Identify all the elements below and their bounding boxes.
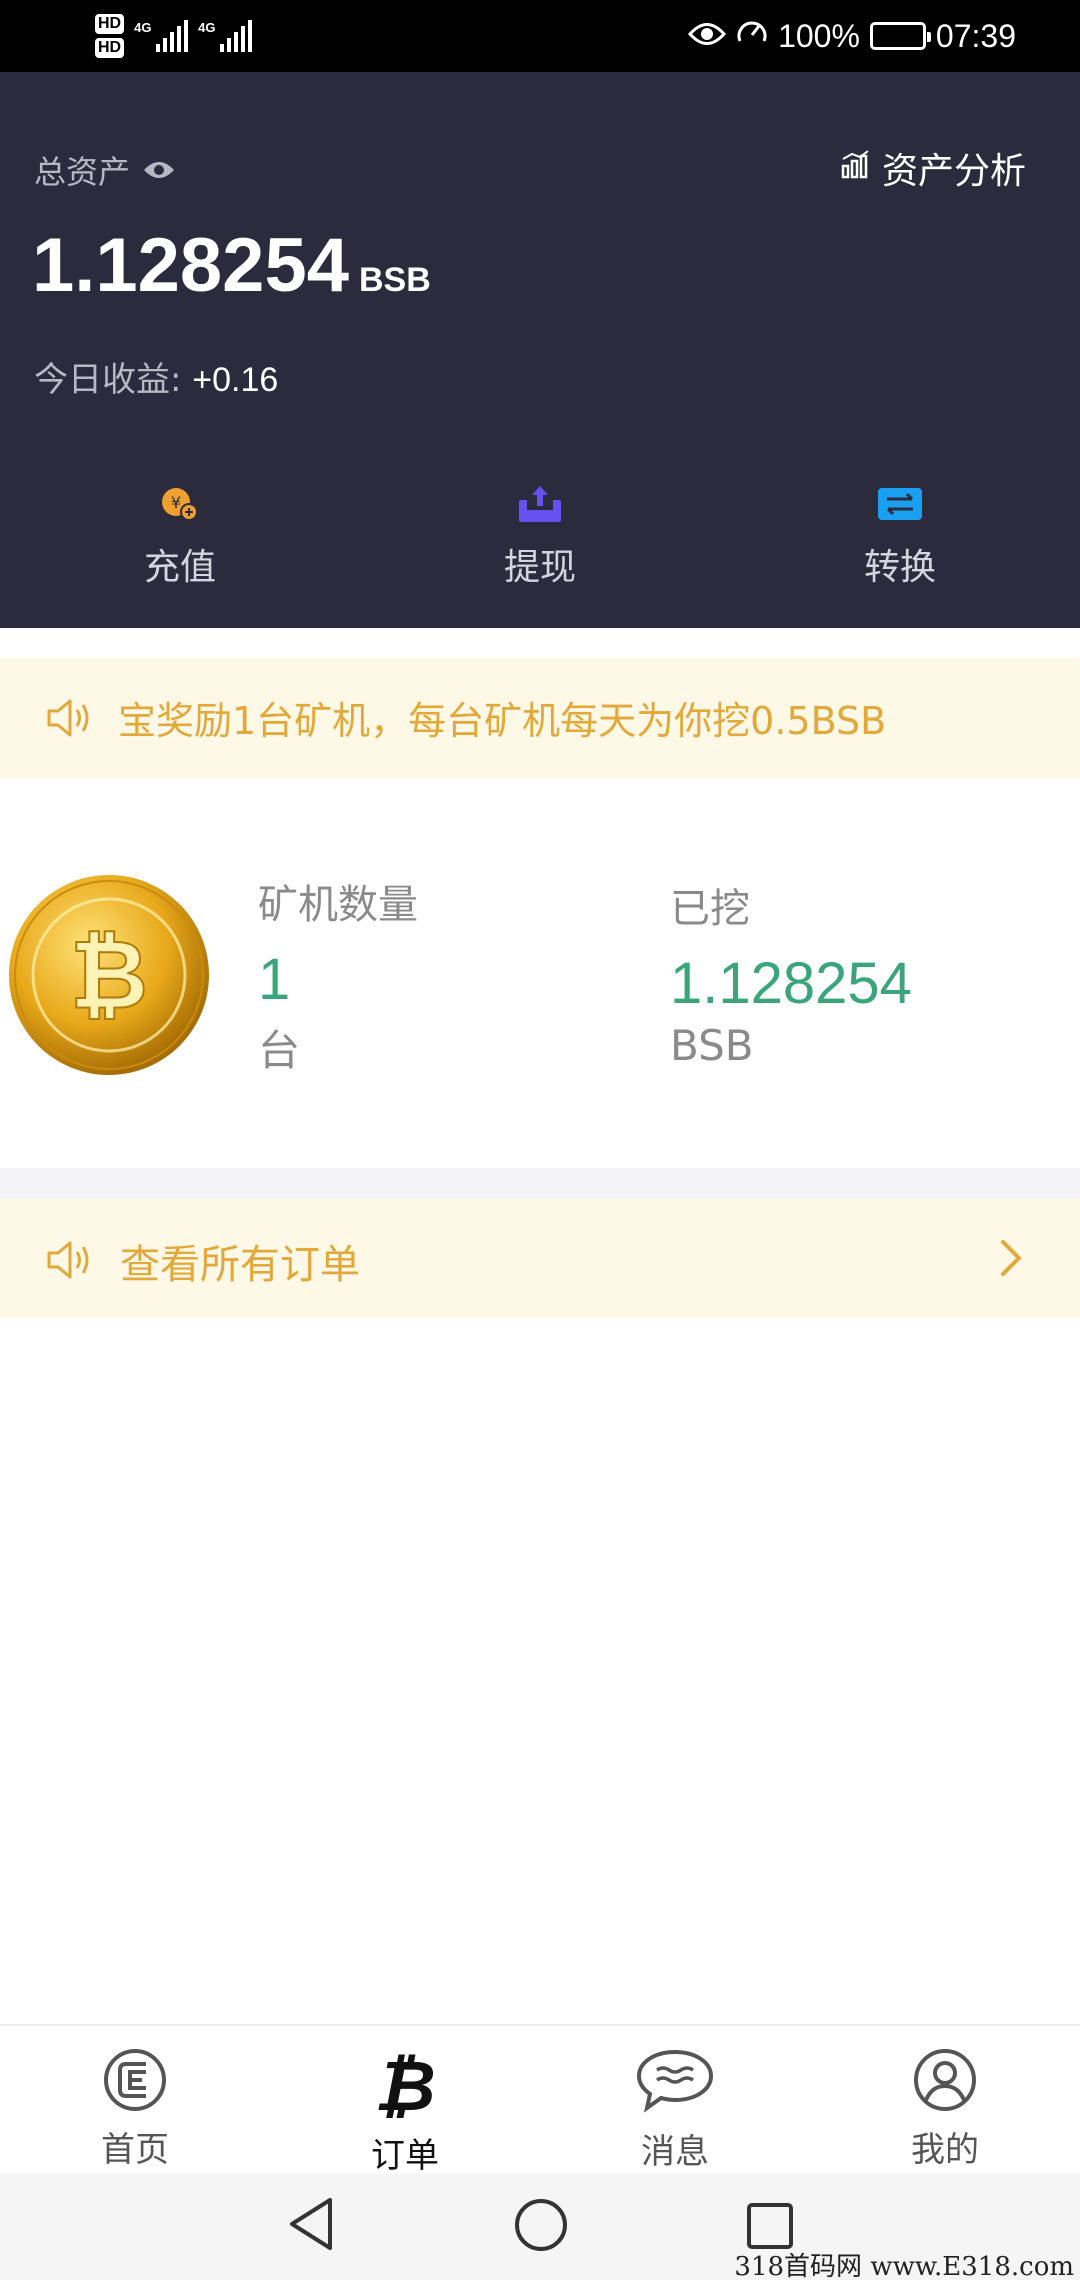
status-bar-right: 100% 07:39: [688, 0, 1016, 72]
total-assets-label: 总资产: [34, 153, 131, 191]
sim1-signal-icon: 4G: [134, 20, 189, 52]
sim2-signal-icon: 4G: [198, 20, 253, 52]
status-bar-left: HD HD 4G 4G: [95, 6, 253, 66]
hd-badge-1: HD: [95, 14, 125, 34]
tab-orders[interactable]: ₿ 订单: [270, 2026, 540, 2176]
tab-profile[interactable]: 我的: [810, 2026, 1080, 2174]
tab-messages[interactable]: 消息: [540, 2026, 810, 2174]
today-earnings: 今日收益: +0.16: [34, 352, 278, 401]
machine-count-label: 矿机数量: [258, 882, 418, 928]
asset-analysis-button[interactable]: 资产分析: [840, 142, 1026, 194]
message-icon: [635, 2048, 715, 2118]
withdraw-label: 提现: [503, 547, 576, 588]
data-saver-icon: [736, 17, 768, 55]
watermark-text: 318首码网 www.E318.com: [734, 2252, 1074, 2280]
bottom-tab-bar: 首页 ₿ 订单 消息 我的: [0, 2024, 1080, 2176]
status-bar: HD HD 4G 4G 100% 07:39: [0, 0, 1080, 72]
hd-badge-2: HD: [95, 38, 125, 58]
chart-icon: [840, 148, 870, 189]
tab-messages-label: 消息: [641, 2132, 709, 2172]
battery-percent: 100%: [778, 17, 860, 54]
withdraw-icon: [517, 484, 563, 528]
recharge-label: 充值: [143, 547, 216, 588]
eye-visibility-icon[interactable]: [142, 151, 176, 189]
machine-count-block: 矿机数量 1 台: [258, 872, 418, 1078]
speaker-icon: [46, 1238, 94, 1286]
svg-text:₿: ₿: [70, 919, 148, 1031]
total-assets-label-row: 总资产: [34, 147, 176, 193]
tab-home[interactable]: 首页: [0, 2026, 270, 2174]
svg-text:¥: ¥: [171, 493, 181, 512]
mining-card: ₿ 矿机数量 1 台 已挖 1.128254 BSB: [0, 780, 1080, 1168]
back-icon[interactable]: [286, 2196, 336, 2256]
asset-analysis-label: 资产分析: [881, 151, 1026, 192]
mined-block: 已挖 1.128254 BSB: [670, 876, 912, 1070]
today-earnings-value: +0.16: [192, 361, 279, 399]
home-circle-icon[interactable]: [514, 2198, 568, 2256]
today-earnings-label: 今日收益:: [34, 360, 182, 400]
system-nav-bar: 318首码网 www.E318.com: [0, 2174, 1080, 2280]
recharge-icon: ¥: [158, 484, 202, 528]
exchange-label: 转换: [863, 547, 936, 588]
speaker-icon: [46, 696, 94, 744]
tab-profile-label: 我的: [911, 2130, 979, 2170]
machine-count-value: 1: [258, 947, 291, 1012]
eye-comfort-icon: [688, 18, 727, 55]
tab-orders-label: 订单: [371, 2136, 439, 2176]
exchange-button[interactable]: 转换: [720, 484, 1080, 590]
notice-text: 宝奖励1台矿机，每台矿机每天为你挖0.5BSB: [118, 699, 887, 743]
asset-header: 总资产 资产分析 1.128254 BSB 今日收益: +0.16 ¥ 充值 提…: [0, 72, 1080, 628]
chevron-right-icon: [998, 1238, 1024, 1282]
tab-home-label: 首页: [101, 2130, 169, 2170]
exchange-icon: [877, 484, 923, 528]
bitcoin-icon: ₿: [370, 2045, 440, 2127]
sim2-network: 4G: [198, 20, 216, 35]
mined-unit: BSB: [670, 1021, 754, 1070]
withdraw-button[interactable]: 提现: [360, 484, 720, 590]
section-divider: [0, 1168, 1080, 1198]
view-all-orders-label: 查看所有订单: [120, 1242, 360, 1288]
clock: 07:39: [935, 17, 1016, 54]
battery-icon: [869, 22, 931, 50]
home-icon: [100, 2048, 170, 2116]
svg-text:₿: ₿: [374, 2048, 435, 2118]
sim1-network: 4G: [134, 20, 152, 35]
mined-value: 1.128254: [670, 951, 912, 1016]
view-all-orders-bar[interactable]: 查看所有订单: [0, 1198, 1080, 1318]
total-amount: 1.128254 BSB: [32, 222, 431, 309]
bitcoin-coin-image: ₿: [6, 870, 212, 1084]
recharge-button[interactable]: ¥ 充值: [0, 484, 360, 590]
hd-indicators: HD HD: [95, 14, 125, 58]
mined-label: 已挖: [670, 886, 750, 932]
machine-count-unit: 台: [258, 1026, 301, 1075]
total-amount-value: 1.128254: [32, 223, 349, 308]
profile-icon: [910, 2048, 980, 2116]
action-row: ¥ 充值 提现 转换: [0, 484, 1080, 590]
notice-bar[interactable]: 宝奖励1台矿机，每台矿机每天为你挖0.5BSB: [0, 658, 1080, 778]
total-amount-unit: BSB: [359, 261, 431, 299]
